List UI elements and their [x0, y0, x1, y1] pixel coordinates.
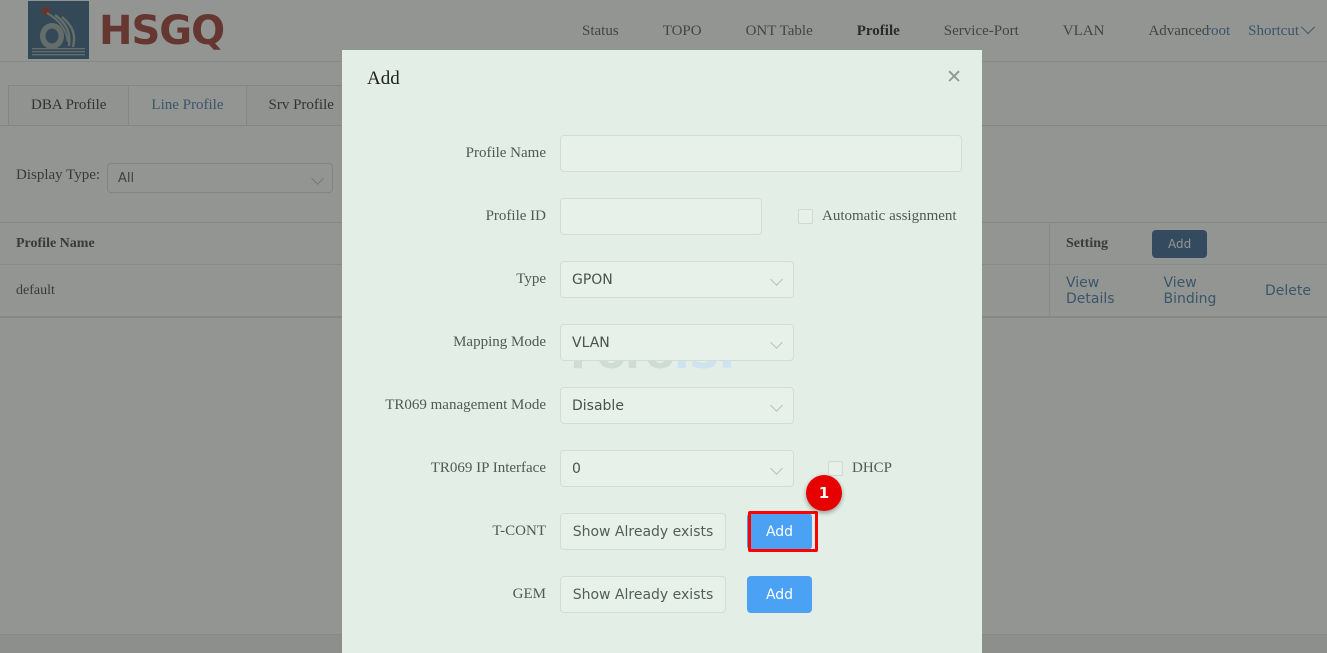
add-line-profile-modal: Add ✕ ForoISP Profile Name Profile ID Au…: [342, 50, 982, 653]
type-select[interactable]: GPON: [560, 261, 794, 298]
tr069-management-mode-value: Disable: [572, 397, 624, 414]
tcont-show-existing-button[interactable]: Show Already exists: [560, 513, 726, 550]
row-profile-id: Profile ID Automatic assignment: [342, 198, 982, 235]
label-profile-name: Profile Name: [465, 145, 546, 161]
label-tr069-ip-interface: TR069 IP Interface: [430, 460, 546, 476]
profile-name-input[interactable]: [560, 135, 962, 172]
mapping-mode-select[interactable]: VLAN: [560, 324, 794, 361]
chevron-down-icon: [770, 462, 783, 475]
gem-show-existing-button[interactable]: Show Already exists: [560, 576, 726, 613]
chevron-down-icon: [770, 399, 783, 412]
label-profile-id: Profile ID: [485, 208, 546, 224]
control-profile-name: [560, 135, 962, 172]
mapping-mode-value: VLAN: [572, 334, 610, 351]
profile-id-input[interactable]: [560, 198, 762, 235]
tcont-add-button[interactable]: Add: [747, 513, 812, 550]
gem-add-button[interactable]: Add: [747, 576, 812, 613]
highlight-badge: 1: [806, 475, 842, 511]
automatic-assignment-label: Automatic assignment: [822, 208, 957, 224]
type-value: GPON: [572, 271, 613, 288]
automatic-assignment-checkbox[interactable]: Automatic assignment: [798, 208, 957, 225]
label-tr069-management-mode: TR069 management Mode: [385, 397, 546, 413]
dhcp-checkbox[interactable]: DHCP: [828, 460, 892, 477]
control-profile-id: [560, 198, 762, 235]
label-mapping-mode: Mapping Mode: [453, 334, 546, 350]
tr069-ip-interface-select[interactable]: 0: [560, 450, 794, 487]
tr069-ip-interface-value: 0: [572, 460, 581, 477]
chevron-down-icon: [770, 336, 783, 349]
label-gem: GEM: [512, 586, 546, 602]
checkbox-icon: [828, 461, 843, 476]
dhcp-label: DHCP: [852, 460, 893, 476]
tr069-management-mode-select[interactable]: Disable: [560, 387, 794, 424]
modal-title: Add: [367, 68, 400, 89]
row-gem: GEM Show Already exists Add: [342, 576, 982, 613]
row-profile-name: Profile Name: [342, 135, 982, 172]
label-tcont: T-CONT: [492, 523, 546, 539]
row-mapping-mode: Mapping Mode VLAN: [342, 324, 982, 361]
row-tr069-management-mode: TR069 management Mode Disable: [342, 387, 982, 424]
row-tr069-ip-interface: TR069 IP Interface 0 DHCP: [342, 450, 982, 487]
checkbox-icon: [798, 209, 813, 224]
close-icon[interactable]: ✕: [946, 68, 962, 87]
chevron-down-icon: [770, 273, 783, 286]
row-tcont: T-CONT Show Already exists Add: [342, 513, 982, 550]
label-type: Type: [516, 271, 546, 287]
row-type: Type GPON: [342, 261, 982, 298]
